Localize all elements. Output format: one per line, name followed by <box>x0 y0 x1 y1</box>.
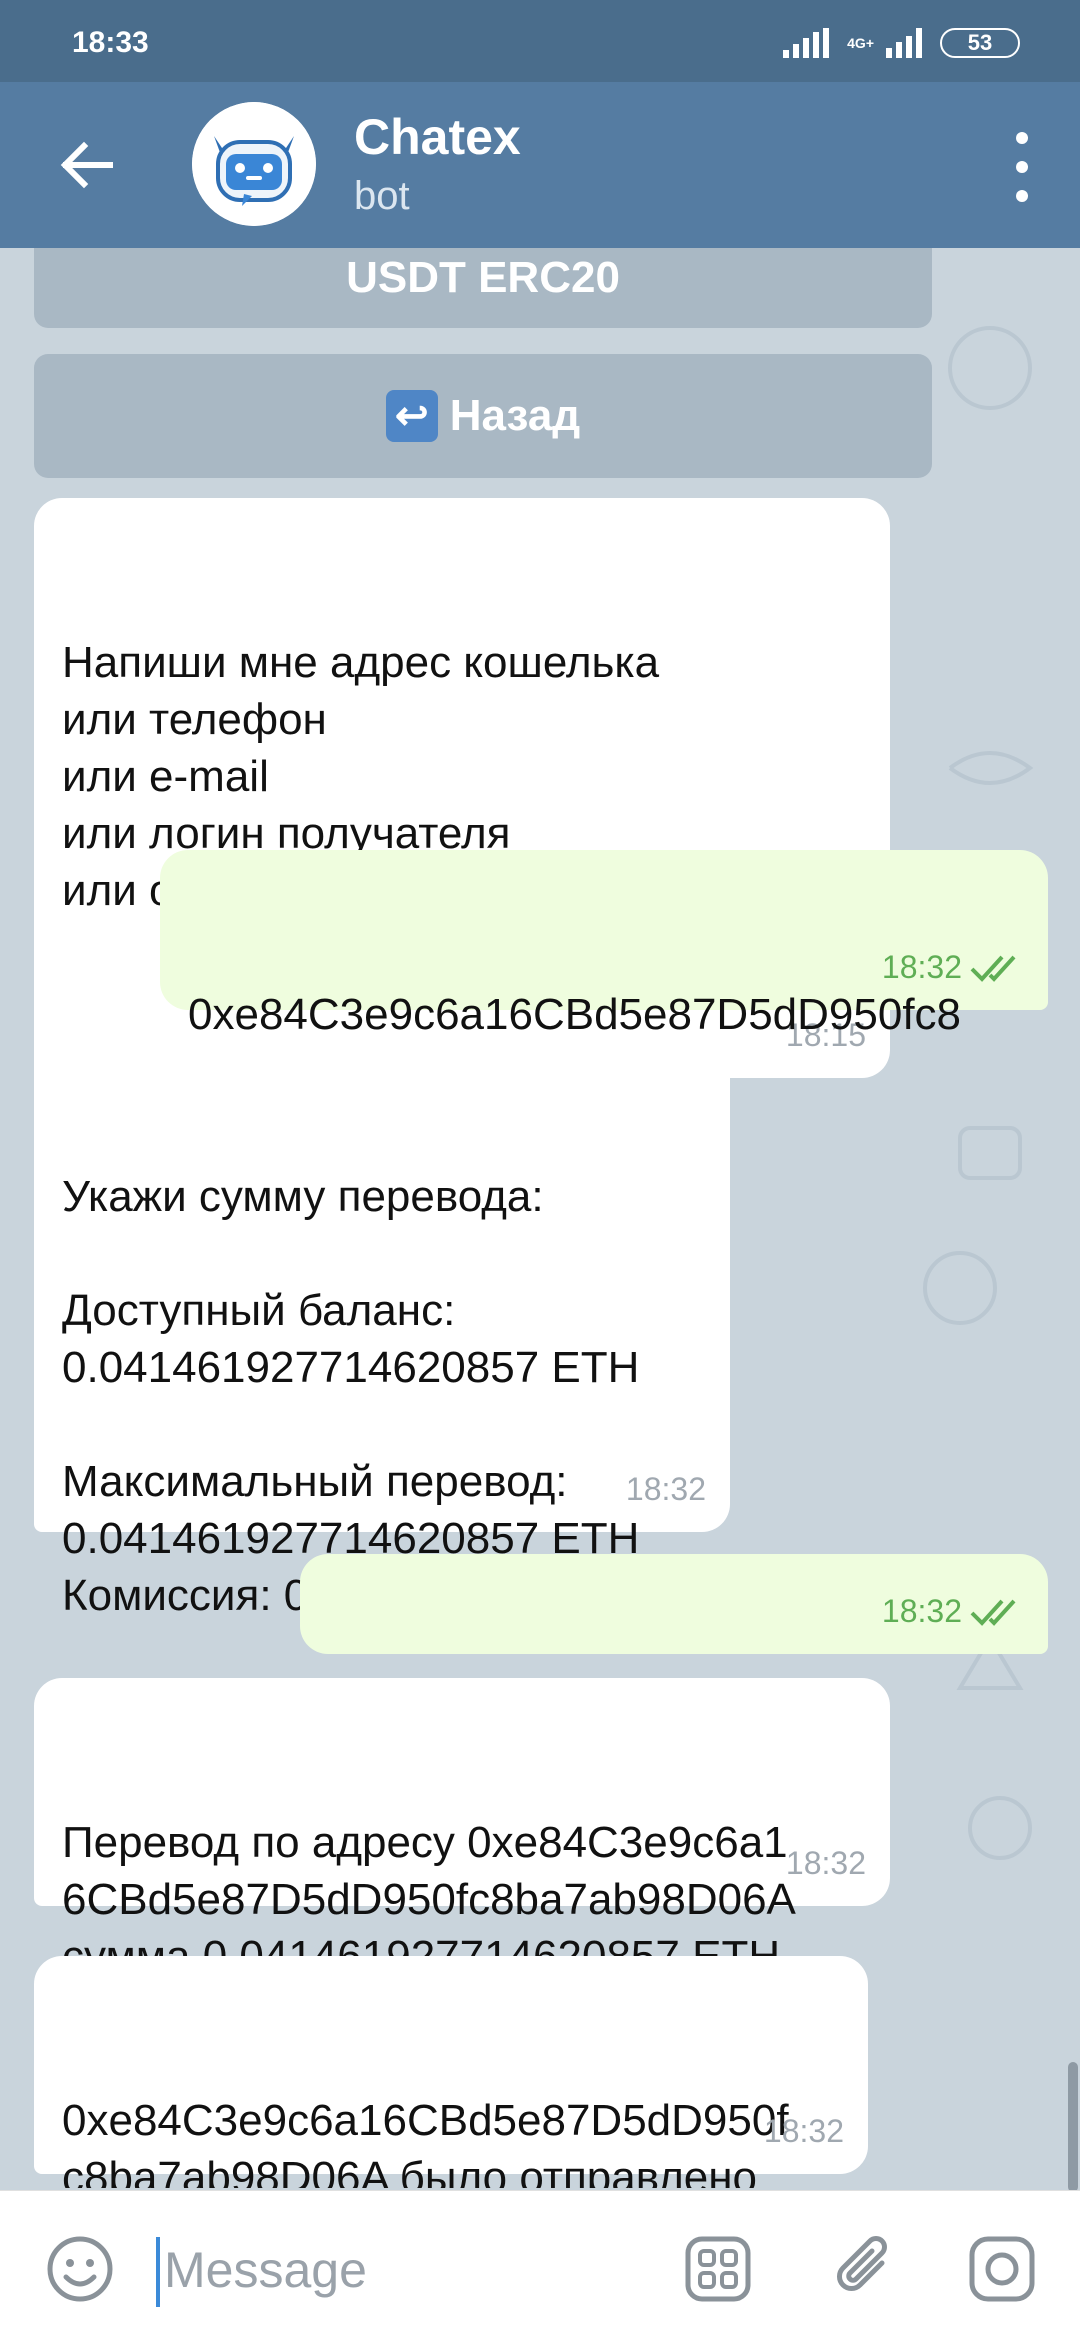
signal-icon-2 <box>886 28 922 58</box>
incoming-message[interactable]: Перевод по адресу 0xe84C3e9c6a1 6CBd5e87… <box>34 1678 890 1981</box>
status-icons: 4G+ 53 <box>783 28 1020 58</box>
status-time: 18:33 <box>72 26 149 59</box>
status-bar: 18:33 4G+ 53 <box>0 0 1080 82</box>
emoji-icon[interactable] <box>44 2233 116 2305</box>
message-time: 18:32 <box>881 1593 962 1629</box>
double-check-icon <box>970 955 1016 982</box>
camera-icon[interactable] <box>966 2233 1038 2305</box>
message-time: 18:32 <box>881 949 962 985</box>
message-time: 18:32 <box>625 1471 706 1507</box>
chat-subtitle: bot <box>354 174 410 218</box>
keyboard-button-label: USDT ERC20 <box>346 253 620 302</box>
outgoing-message[interactable]: 0xe84C3e9c6a16CBd5e87D5dD950fc8 ba7ab98D… <box>160 850 1048 1096</box>
chat-header: Chatex bot <box>0 82 1080 248</box>
outgoing-message[interactable]: 0.041461927714620857 18:32 <box>300 1554 1048 1743</box>
back-arrow-icon[interactable] <box>52 130 122 200</box>
message-meta: 18:32 <box>882 939 1024 996</box>
message-composer: Message <box>0 2190 1080 2341</box>
keyboard-button-label: Назад <box>449 391 581 440</box>
message-meta: 18:32 <box>786 1835 866 1892</box>
attach-icon[interactable] <box>830 2233 902 2305</box>
signal-icon <box>783 28 830 58</box>
incoming-message[interactable]: Укажи сумму перевода: Доступный баланс: … <box>34 1032 730 1620</box>
keyboard-button-usdt-erc20[interactable]: USDT ERC20 <box>34 248 932 328</box>
return-arrow-icon: ↩ <box>385 390 438 442</box>
incoming-message[interactable]: 0xe84C3e9c6a16CBd5e87D5dD950f c8ba7ab98D… <box>34 1956 868 2188</box>
battery-level: 53 <box>967 30 993 55</box>
scrollbar[interactable] <box>1068 2062 1078 2192</box>
chat-title[interactable]: Chatex <box>354 108 521 166</box>
bot-avatar[interactable] <box>192 102 316 226</box>
message-meta: 18:32 <box>626 1461 706 1518</box>
message-meta: 18:32 <box>764 2103 844 2160</box>
battery-icon: 53 <box>940 28 1020 58</box>
message-list[interactable]: USDT ERC20 ↩ Назад Напиши мне адрес коше… <box>0 248 1080 2188</box>
robot-avatar-icon <box>192 102 316 226</box>
message-input[interactable]: Message <box>164 2241 367 2299</box>
double-check-icon <box>970 1599 1016 1626</box>
message-text: 0xe84C3e9c6a16CBd5e87D5dD950f c8ba7ab98D… <box>62 2096 789 2188</box>
text-cursor <box>156 2237 160 2307</box>
message-meta: 18:32 <box>882 1583 1024 1640</box>
message-time: 18:32 <box>785 1845 866 1881</box>
message-time: 18:32 <box>763 2113 844 2149</box>
bot-commands-icon[interactable] <box>682 2233 754 2305</box>
keyboard-button-back[interactable]: ↩ Назад <box>34 354 932 478</box>
more-options-icon[interactable] <box>994 132 1050 202</box>
network-type: 4G+ <box>847 35 874 51</box>
